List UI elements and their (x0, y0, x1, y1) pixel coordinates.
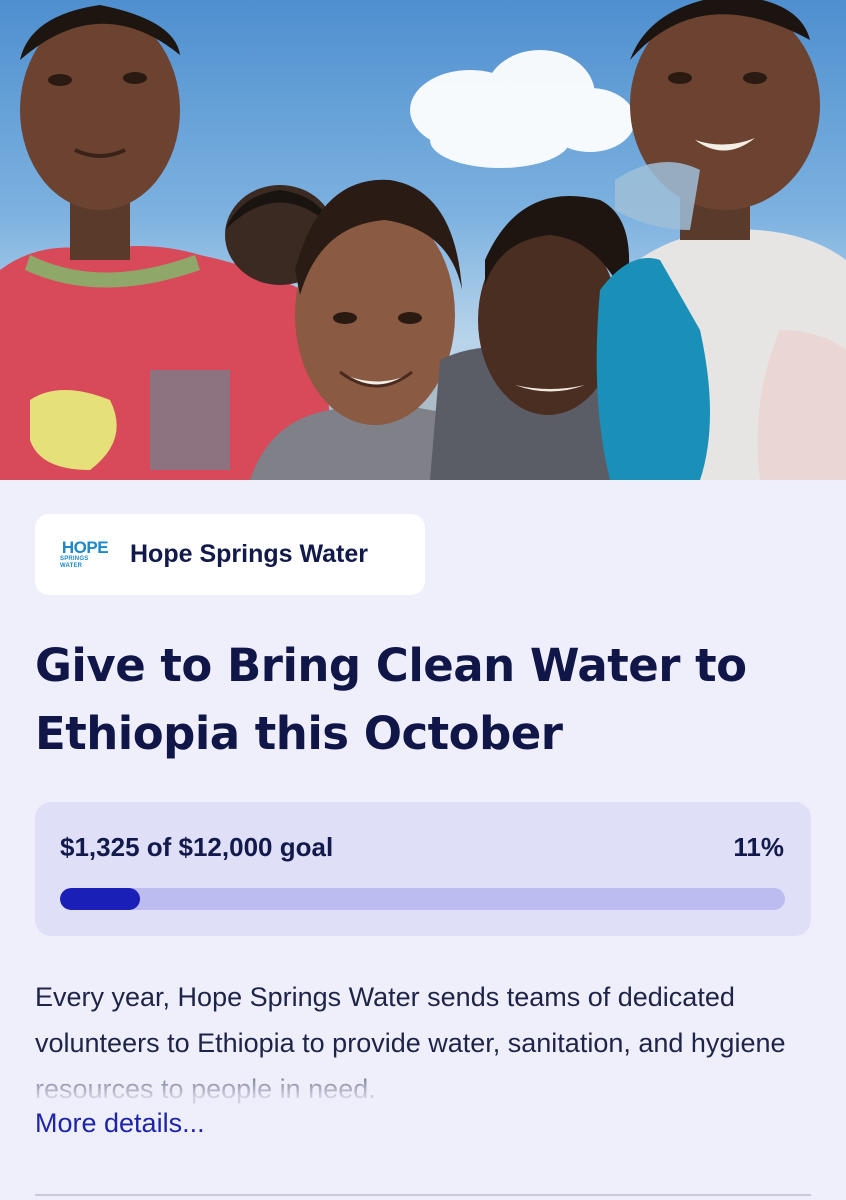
cloud-shape (410, 50, 635, 168)
campaign-content: HOPE SPRINGS WATER Hope Springs Water Gi… (0, 480, 846, 1200)
more-details-link[interactable]: More details... (35, 1108, 205, 1139)
hero-photo (0, 0, 846, 480)
organization-chip[interactable]: HOPE SPRINGS WATER Hope Springs Water (35, 514, 425, 595)
campaign-title: Give to Bring Clean Water to Ethiopia th… (35, 639, 747, 760)
logo-wordmark: HOPE (61, 537, 109, 557)
progress-amount: $1,325 of $12,000 goal (60, 832, 334, 862)
progress-bar-track (60, 888, 785, 910)
divider (35, 1194, 811, 1196)
progress-bar-fill (60, 888, 140, 910)
hero-image (0, 0, 846, 480)
logo-subtext: SPRINGS WATER (60, 555, 89, 569)
description-fade (0, 1055, 846, 1115)
organization-name: Hope Springs Water (130, 540, 368, 568)
progress-card: $1,325 of $12,000 goal 11% (35, 802, 811, 936)
progress-percent: 11% (733, 832, 784, 862)
organization-logo: HOPE SPRINGS WATER (60, 537, 110, 570)
child-right (596, 0, 846, 480)
